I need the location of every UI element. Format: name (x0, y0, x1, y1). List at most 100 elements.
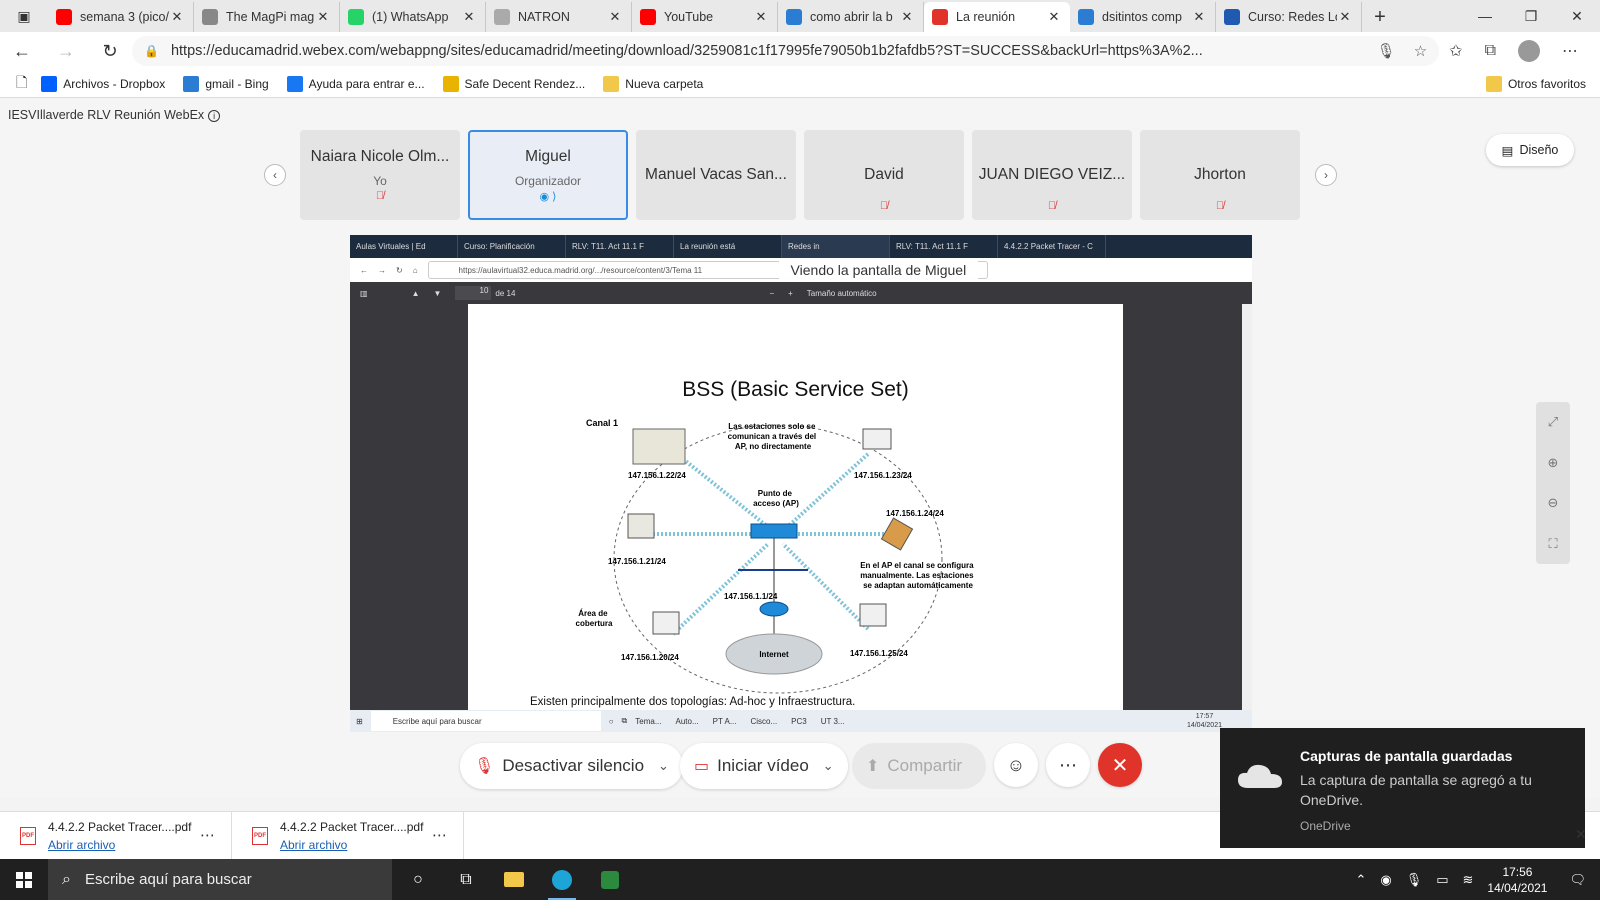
bookmark-item[interactable]: Archivos - Dropbox (41, 75, 165, 92)
collections-icon[interactable]: ⧉ (1485, 42, 1496, 60)
info-icon[interactable]: i (208, 110, 221, 122)
chevron-down-icon[interactable]: ⌄ (823, 758, 834, 774)
zoom-in-icon[interactable]: ⊕ (1548, 455, 1559, 471)
share-button[interactable]: ⬆ Compartir (852, 743, 986, 789)
close-tab-icon[interactable]: ✕ (1337, 9, 1353, 25)
participant-tile[interactable]: Manuel Vacas San... (636, 130, 796, 220)
participants-prev-icon[interactable]: ‹ (264, 164, 286, 186)
url-field[interactable]: 🔒 https://educamadrid.webex.com/webappng… (132, 36, 1440, 66)
notification-close-icon[interactable]: ✕ (1575, 826, 1587, 843)
more-icon[interactable]: ⋯ (432, 826, 447, 844)
download-item[interactable]: PDF 4.4.2.2 Packet Tracer....pdf Abrir arc… (232, 811, 464, 860)
fit-icon[interactable]: ⛶ (1548, 536, 1557, 552)
browser-tab[interactable]: semana 3 (pico/✕ (48, 2, 194, 32)
bookmark-item[interactable]: Ayuda para entrar e... (286, 75, 425, 92)
start-button[interactable] (0, 859, 48, 900)
browser-tab[interactable]: (1) WhatsApp ✕ (340, 2, 486, 32)
zoom-out-icon[interactable]: ⊖ (1548, 495, 1559, 511)
browser-tab[interactable]: La reunión ✕ (924, 2, 1070, 32)
browser-tab[interactable]: como abrir la b ✕ (778, 2, 924, 32)
start-video-button[interactable]: ▭ Iniciar vídeo ⌄ (680, 743, 848, 789)
pdf-viewer: BSS (Basic Service Set) Canal 1 Las esta… (350, 304, 1252, 732)
task-view-icon[interactable]: ⧉ (442, 859, 490, 900)
back-button[interactable]: ← (0, 32, 44, 70)
shared-tab: Redes in (782, 235, 890, 258)
participant-tile[interactable]: Jhorton 🎙̸ (1140, 130, 1300, 220)
close-window-icon[interactable]: ✕ (1554, 0, 1600, 32)
browser-tab[interactable]: dsitintos comp ✕ (1070, 2, 1216, 32)
microphone-icon[interactable]: 🎙 (1377, 42, 1396, 60)
close-tab-icon[interactable]: ✕ (899, 9, 915, 25)
facebook-icon (286, 75, 303, 92)
participants-next-icon[interactable]: › (1315, 164, 1337, 186)
tab-actions-icon[interactable]: ▣ (0, 0, 48, 32)
forward-button[interactable]: → (44, 32, 88, 70)
minimize-icon[interactable]: — (1462, 0, 1508, 32)
browser-tab[interactable]: YouTube ✕ (632, 2, 778, 32)
microphone-icon[interactable]: 🎙 (1406, 872, 1423, 888)
edge-icon[interactable] (538, 859, 586, 900)
onedrive-notification[interactable]: Capturas de pantalla guardadas La captur… (1220, 728, 1585, 848)
share-view-controls: ⤢ ⊕ ⊖ ⛶ (1536, 402, 1570, 564)
taskbar-clock[interactable]: 17:56 14/04/2021 (1487, 864, 1547, 896)
taskbar-search[interactable]: ⌕ Escribe aquí para buscar (48, 859, 392, 900)
open-file-link[interactable]: Abrir archivo (280, 838, 423, 852)
participant-tile[interactable]: JUAN DIEGO VEIZ... 🎙̸ (972, 130, 1132, 220)
participant-name: David (864, 166, 904, 183)
close-tab-icon[interactable]: ✕ (169, 9, 185, 25)
more-options-button[interactable]: ⋯ (1046, 743, 1090, 787)
close-tab-icon[interactable]: ✕ (461, 9, 477, 25)
close-tab-icon[interactable]: ✕ (1046, 9, 1062, 25)
other-favorites[interactable]: Otros favoritos (1485, 75, 1586, 92)
browser-tab[interactable]: NATRON ✕ (486, 2, 632, 32)
display-icon[interactable]: ▭ (1436, 872, 1448, 888)
download-item[interactable]: PDF 4.4.2.2 Packet Tracer....pdf Abrir arc… (0, 811, 232, 860)
more-menu-icon[interactable]: ⋯ (1562, 41, 1578, 61)
natron-icon (494, 9, 510, 25)
packet-tracer-icon[interactable] (586, 859, 634, 900)
cortana-icon[interactable]: ○ (394, 859, 442, 900)
notification-source: OneDrive (1300, 819, 1351, 833)
more-icon[interactable]: ⋯ (200, 826, 215, 844)
chevron-up-icon[interactable]: ⌃ (1355, 872, 1366, 888)
close-tab-icon[interactable]: ✕ (1191, 9, 1207, 25)
bookmark-label: Nueva carpeta (625, 76, 704, 91)
reactions-button[interactable]: ☺ (994, 743, 1038, 787)
participant-tile[interactable]: David 🎙̸ (804, 130, 964, 220)
lock-icon[interactable]: 🔒 (144, 44, 159, 58)
favorites-icon[interactable]: ✩ (1449, 41, 1462, 61)
bookmark-item[interactable]: gmail - Bing (183, 75, 269, 92)
close-tab-icon[interactable]: ✕ (315, 9, 331, 25)
close-tab-icon[interactable]: ✕ (607, 9, 623, 25)
leave-meeting-button[interactable]: ✕ (1098, 743, 1142, 787)
chevron-down-icon[interactable]: ⌄ (658, 758, 669, 774)
expand-icon[interactable]: ⤢ (1548, 414, 1558, 430)
file-explorer-icon[interactable] (490, 859, 538, 900)
layout-button[interactable]: ▤ Diseño (1486, 134, 1574, 166)
new-tab-button[interactable]: + (1362, 2, 1398, 32)
browser-tab[interactable]: The MagPi mag ✕ (194, 2, 340, 32)
participant-tile[interactable]: Naiara Nicole Olm... Yo 🎙̸ (300, 130, 460, 220)
add-favorite-icon[interactable]: ☆ (1414, 42, 1427, 60)
shared-browser-tabs: Aulas Virtuales | Ed Curso: Planificación… (350, 235, 1252, 258)
access-point-icon (750, 523, 798, 539)
close-tab-icon[interactable]: ✕ (753, 9, 769, 25)
browser-tab[interactable]: Curso: Redes Lo ✕ (1216, 2, 1362, 32)
bookmark-item[interactable]: Nueva carpeta (603, 75, 704, 92)
restore-icon[interactable]: ❐ (1508, 0, 1554, 32)
shared-taskbar: ⊞ Escribe aquí para buscar ○ ⧉ Tema... Au… (350, 710, 1252, 732)
bookmark-item[interactable]: Safe Decent Rendez... (442, 75, 585, 92)
unmute-button[interactable]: 🎙 Desactivar silencio ⌄ (460, 743, 683, 789)
participant-tile[interactable]: Miguel Organizador ◉ ⟩ (468, 130, 628, 220)
wifi-icon[interactable]: ≋ (1463, 872, 1474, 888)
open-file-link[interactable]: Abrir archivo (48, 838, 191, 852)
profile-avatar[interactable] (1518, 40, 1540, 62)
notifications-icon[interactable]: 🗨 (1569, 872, 1586, 888)
folder-icon (1485, 75, 1502, 92)
participant-role: Organizador (514, 173, 582, 188)
reload-button[interactable]: ↻ (88, 32, 132, 70)
camera-icon[interactable]: ◉ (1380, 872, 1391, 888)
slide-caption: Existen principalmente dos topologías: A… (530, 696, 856, 708)
bookmark-page-icon[interactable]: 🗋 (16, 72, 27, 96)
shared-tab: Aulas Virtuales | Ed (350, 235, 458, 258)
